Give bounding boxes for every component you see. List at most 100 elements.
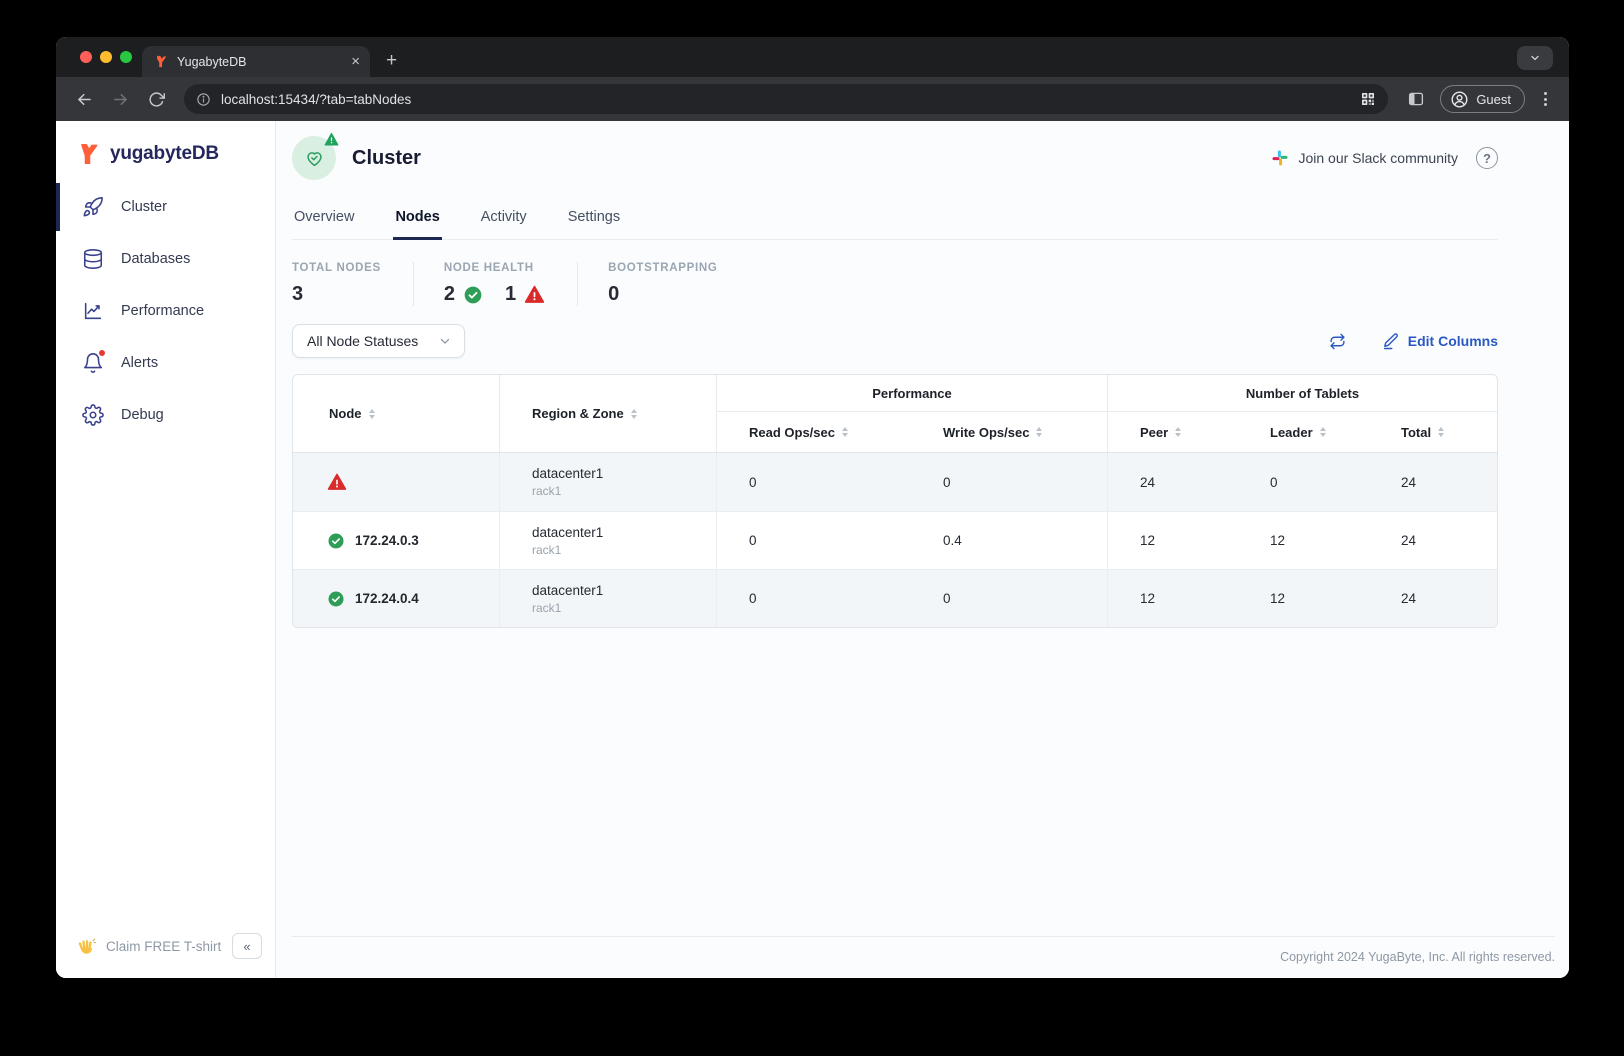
profile-label: Guest [1476, 92, 1511, 107]
stat-value: 3 [292, 283, 381, 306]
zone: rack1 [532, 484, 561, 498]
pencil-icon [1382, 332, 1400, 350]
warning-triangle-icon [327, 472, 347, 492]
stat-label: BOOTSTRAPPING [608, 262, 717, 274]
tab-settings[interactable]: Settings [566, 199, 622, 239]
slack-community-link[interactable]: Join our Slack community [1271, 149, 1458, 167]
column-header-write-ops[interactable]: Write Ops/sec [911, 412, 1107, 452]
refresh-button[interactable] [1329, 333, 1354, 350]
table-row[interactable]: datacenter1 rack1 0 0 24 0 24 [293, 453, 1497, 511]
page: yugabyteDB Cluster Databases [56, 121, 1569, 978]
line-chart-icon [82, 300, 104, 322]
close-tab-icon[interactable]: × [351, 54, 360, 69]
tab-nodes[interactable]: Nodes [393, 199, 441, 239]
column-header-node[interactable]: Node [293, 375, 499, 452]
read-ops-cell: 0 [716, 512, 911, 569]
check-circle-icon [463, 285, 483, 305]
leader-cell: 12 [1238, 570, 1369, 627]
sort-icon [631, 409, 637, 419]
url-text[interactable]: localhost:15434/?tab=tabNodes [221, 92, 1350, 107]
browser-tab[interactable]: YugabyteDB × [142, 46, 370, 77]
sidebar-item-debug[interactable]: Debug [56, 389, 275, 441]
table-row[interactable]: 172.24.0.4 datacenter1 rack1 0 0 12 12 2… [293, 569, 1497, 627]
back-button[interactable] [68, 83, 100, 115]
table-row[interactable]: 172.24.0.3 datacenter1 rack1 0 0.4 12 12… [293, 511, 1497, 569]
site-info-icon[interactable] [196, 92, 211, 107]
tab-overview[interactable]: Overview [292, 199, 356, 239]
zone: rack1 [532, 601, 561, 615]
read-ops-cell: 0 [716, 570, 911, 627]
collapse-sidebar-button[interactable]: « [232, 933, 262, 959]
guest-avatar-icon [1450, 90, 1469, 109]
sort-icon [1438, 427, 1444, 437]
sort-icon [842, 427, 848, 437]
column-header-read-ops[interactable]: Read Ops/sec [716, 412, 911, 452]
filter-value: All Node Statuses [307, 333, 418, 349]
write-ops-cell: 0 [911, 453, 1107, 511]
window-controls [80, 51, 132, 63]
node-status-filter[interactable]: All Node Statuses [292, 324, 465, 358]
rocket-icon [82, 196, 104, 218]
close-window-button[interactable] [80, 51, 92, 63]
sidebar: yugabyteDB Cluster Databases [56, 121, 276, 978]
column-header-peer[interactable]: Peer [1107, 412, 1238, 452]
sidebar-item-label: Performance [121, 303, 204, 319]
address-bar[interactable]: localhost:15434/?tab=tabNodes [184, 84, 1388, 114]
total-cell: 24 [1369, 512, 1497, 569]
main-content: Cluster Join our Slack community ? Overv… [276, 121, 1569, 978]
column-header-total[interactable]: Total [1369, 412, 1497, 452]
sidebar-item-alerts[interactable]: Alerts [56, 337, 275, 389]
column-group-tablets: Number of Tablets [1107, 375, 1497, 412]
sort-icon [1175, 427, 1181, 437]
sidebar-item-databases[interactable]: Databases [56, 233, 275, 285]
node-stats: TOTAL NODES 3 NODE HEALTH 2 1 [292, 240, 1498, 312]
region-zone-cell: datacenter1 rack1 [499, 570, 716, 627]
region-zone-cell: datacenter1 rack1 [499, 512, 716, 569]
tab-activity[interactable]: Activity [479, 199, 529, 239]
write-ops-cell: 0 [911, 570, 1107, 627]
stat-label: NODE HEALTH [444, 262, 545, 274]
sidebar-nav: Cluster Databases Performance [56, 181, 275, 914]
region: datacenter1 [532, 525, 603, 540]
peer-cell: 12 [1107, 570, 1238, 627]
cluster-header: Cluster Join our Slack community ? [292, 121, 1498, 195]
yugabytedb-favicon [154, 54, 169, 69]
brand-name: yugabyteDB [110, 143, 219, 165]
claim-tshirt-link[interactable]: Claim FREE T-shirt [106, 939, 221, 954]
edit-columns-button[interactable]: Edit Columns [1382, 332, 1498, 350]
edit-columns-label: Edit Columns [1408, 333, 1498, 349]
stat-bootstrapping: BOOTSTRAPPING 0 [577, 262, 749, 306]
bell-icon [82, 352, 104, 374]
peer-cell: 24 [1107, 453, 1238, 511]
write-ops-cell: 0.4 [911, 512, 1107, 569]
check-circle-icon [327, 532, 345, 550]
node-name: 172.24.0.4 [355, 591, 419, 606]
browser-menu-button[interactable] [1533, 92, 1557, 106]
column-header-leader[interactable]: Leader [1238, 412, 1369, 452]
cluster-tabs: Overview Nodes Activity Settings [292, 195, 1498, 240]
new-tab-button[interactable]: + [386, 51, 397, 70]
browser-tabstrip: YugabyteDB × + [56, 37, 1569, 77]
side-panel-icon[interactable] [1400, 83, 1432, 115]
cluster-health-icon [292, 136, 336, 180]
tab-overflow-button[interactable] [1517, 46, 1553, 70]
yugabytedb-logo[interactable]: yugabyteDB [56, 121, 275, 177]
sort-icon [1036, 427, 1042, 437]
help-icon[interactable]: ? [1476, 147, 1498, 169]
page-title: Cluster [352, 147, 421, 170]
check-circle-icon [327, 590, 345, 608]
node-name: 172.24.0.3 [355, 533, 419, 548]
zoom-window-button[interactable] [120, 51, 132, 63]
minimize-window-button[interactable] [100, 51, 112, 63]
column-header-region-zone[interactable]: Region & Zone [499, 375, 716, 452]
stat-total-nodes: TOTAL NODES 3 [292, 262, 413, 306]
qr-code-icon[interactable] [1360, 91, 1376, 107]
database-icon [82, 248, 104, 270]
sidebar-item-performance[interactable]: Performance [56, 285, 275, 337]
reload-button[interactable] [140, 83, 172, 115]
refresh-icon [1329, 333, 1346, 350]
forward-button[interactable] [104, 83, 136, 115]
waving-hand-icon [77, 937, 96, 956]
profile-button[interactable]: Guest [1440, 85, 1525, 113]
sidebar-item-cluster[interactable]: Cluster [56, 181, 275, 233]
